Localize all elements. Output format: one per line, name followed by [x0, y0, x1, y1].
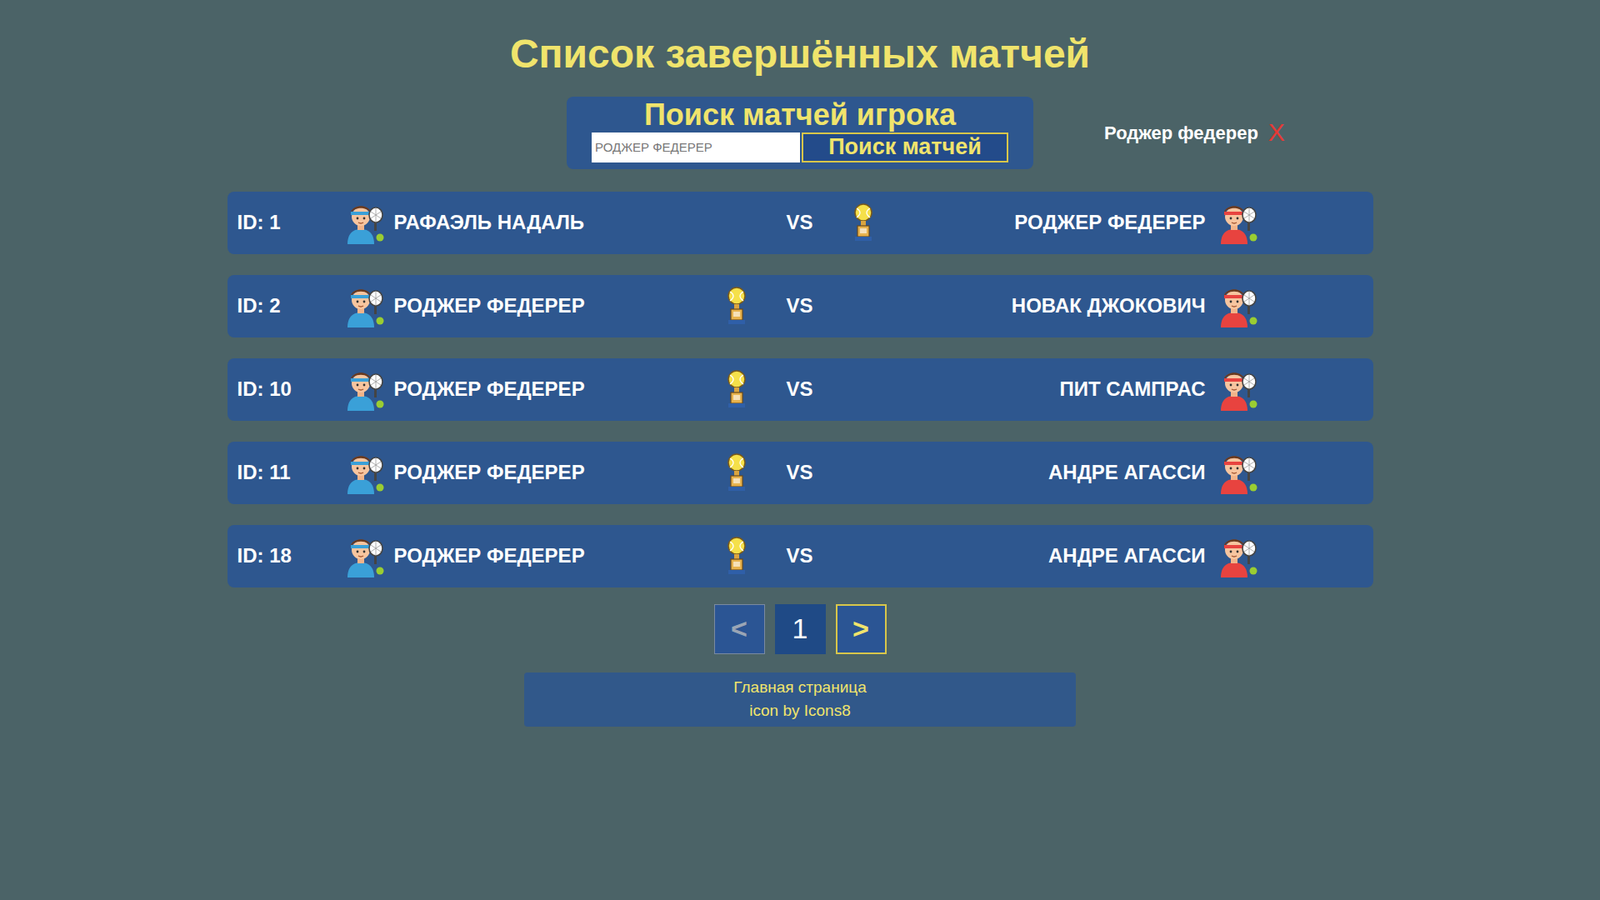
player-name: РАФАЭЛЬ НАДАЛЬ [394, 207, 585, 238]
footer-link[interactable]: Главная страница [733, 675, 867, 700]
trophy-icon [723, 286, 750, 325]
player-left: РОДЖЕР ФЕДЕРЕР [342, 367, 771, 411]
vs-label: VS [770, 457, 830, 488]
match-id: ID: 11 [237, 457, 343, 488]
player-icon [1215, 534, 1258, 578]
match-row[interactable]: ID: 10 РОДЖЕР ФЕДЕРЕР VS ПИТ САМПРАС [227, 358, 1374, 421]
match-row[interactable]: ID: 1 РАФАЭЛЬ НАДАЛЬ VS РОДЖЕР ФЕДЕРЕР [227, 191, 1374, 255]
search-row: Поиск матчей игрокаПоиск матчейРоджер фе… [0, 96, 1600, 170]
player-name: РОДЖЕР ФЕДЕРЕР [394, 540, 585, 571]
vs-label: VS [770, 207, 830, 238]
page-button[interactable]: 1 [775, 604, 826, 655]
match-id: ID: 10 [237, 374, 343, 405]
player-right: ПИТ САМПРАС [829, 367, 1258, 411]
page-title: Список завершённых матчей [510, 30, 1090, 79]
player-name: НОВАК ДЖОКОВИЧ [1011, 290, 1206, 321]
player-right: АНДРЕ АГАССИ [829, 450, 1258, 495]
footer: Главная страницаicon by Icons8 [524, 672, 1076, 727]
player-name: ПИТ САМПРАС [1059, 374, 1205, 405]
player-name: АНДРЕ АГАССИ [1048, 540, 1206, 571]
player-name: РОДЖЕР ФЕДЕРЕР [394, 457, 585, 488]
player-name: АНДРЕ АГАССИ [1048, 457, 1206, 488]
search-panel: Поиск матчей игрокаПоиск матчей [566, 96, 1034, 170]
search-button[interactable]: Поиск матчей [801, 132, 1009, 163]
search-title: Поиск матчей игрока [644, 96, 956, 133]
player-left: РОДЖЕР ФЕДЕРЕР [342, 284, 771, 328]
player-right: РОДЖЕР ФЕДЕРЕР [829, 200, 1258, 245]
pagination: <1> [714, 604, 887, 655]
filter-label: Роджер федерер [1104, 119, 1259, 147]
player-icon [342, 534, 385, 578]
match-row[interactable]: ID: 18 РОДЖЕР ФЕДЕРЕР VS АНДРЕ АГАССИ [227, 525, 1374, 588]
clear-filter-button[interactable]: X [1268, 120, 1285, 145]
player-right: НОВАК ДЖОКОВИЧ [829, 284, 1258, 328]
player-name: РОДЖЕР ФЕДЕРЕР [394, 290, 585, 321]
player-icon [1215, 200, 1258, 245]
player-icon [1215, 450, 1258, 495]
vs-label: VS [770, 290, 830, 321]
player-left: РОДЖЕР ФЕДЕРЕР [342, 534, 771, 578]
match-id: ID: 18 [237, 540, 343, 571]
player-right: АНДРЕ АГАССИ [829, 534, 1258, 578]
trophy-icon [850, 203, 877, 242]
player-icon [342, 367, 385, 411]
footer-link[interactable]: icon by Icons8 [749, 699, 850, 724]
prev-page-button[interactable]: < [714, 604, 765, 655]
active-filter: Роджер федерер X [1033, 119, 1600, 147]
trophy-icon [723, 453, 750, 492]
player-icon [342, 200, 385, 245]
search-form: Поиск матчей [591, 132, 1009, 163]
player-name: РОДЖЕР ФЕДЕРЕР [1014, 207, 1205, 238]
page: Список завершённых матчей Поиск матчей иг… [0, 0, 1600, 900]
trophy-icon [723, 536, 750, 575]
vs-label: VS [770, 540, 830, 571]
next-page-button[interactable]: > [835, 604, 887, 655]
player-icon [1215, 367, 1258, 411]
player-icon [342, 450, 385, 495]
match-row[interactable]: ID: 2 РОДЖЕР ФЕДЕРЕР VS НОВАК ДЖОКОВИЧ [227, 275, 1374, 338]
player-icon [1215, 284, 1258, 328]
trophy-icon [723, 370, 750, 409]
match-id: ID: 2 [237, 290, 343, 321]
vs-label: VS [770, 374, 830, 405]
match-row[interactable]: ID: 11 РОДЖЕР ФЕДЕРЕР VS АНДРЕ АГАССИ [227, 441, 1374, 505]
match-list: ID: 1РАФАЭЛЬ НАДАЛЬVSРОДЖЕР ФЕДЕРЕРID: 2… [227, 191, 1374, 588]
player-icon [342, 284, 385, 328]
player-left: РАФАЭЛЬ НАДАЛЬ [342, 200, 771, 245]
player-left: РОДЖЕР ФЕДЕРЕР [342, 450, 771, 495]
match-id: ID: 1 [237, 207, 343, 238]
search-input[interactable] [591, 132, 800, 163]
player-name: РОДЖЕР ФЕДЕРЕР [394, 374, 585, 405]
